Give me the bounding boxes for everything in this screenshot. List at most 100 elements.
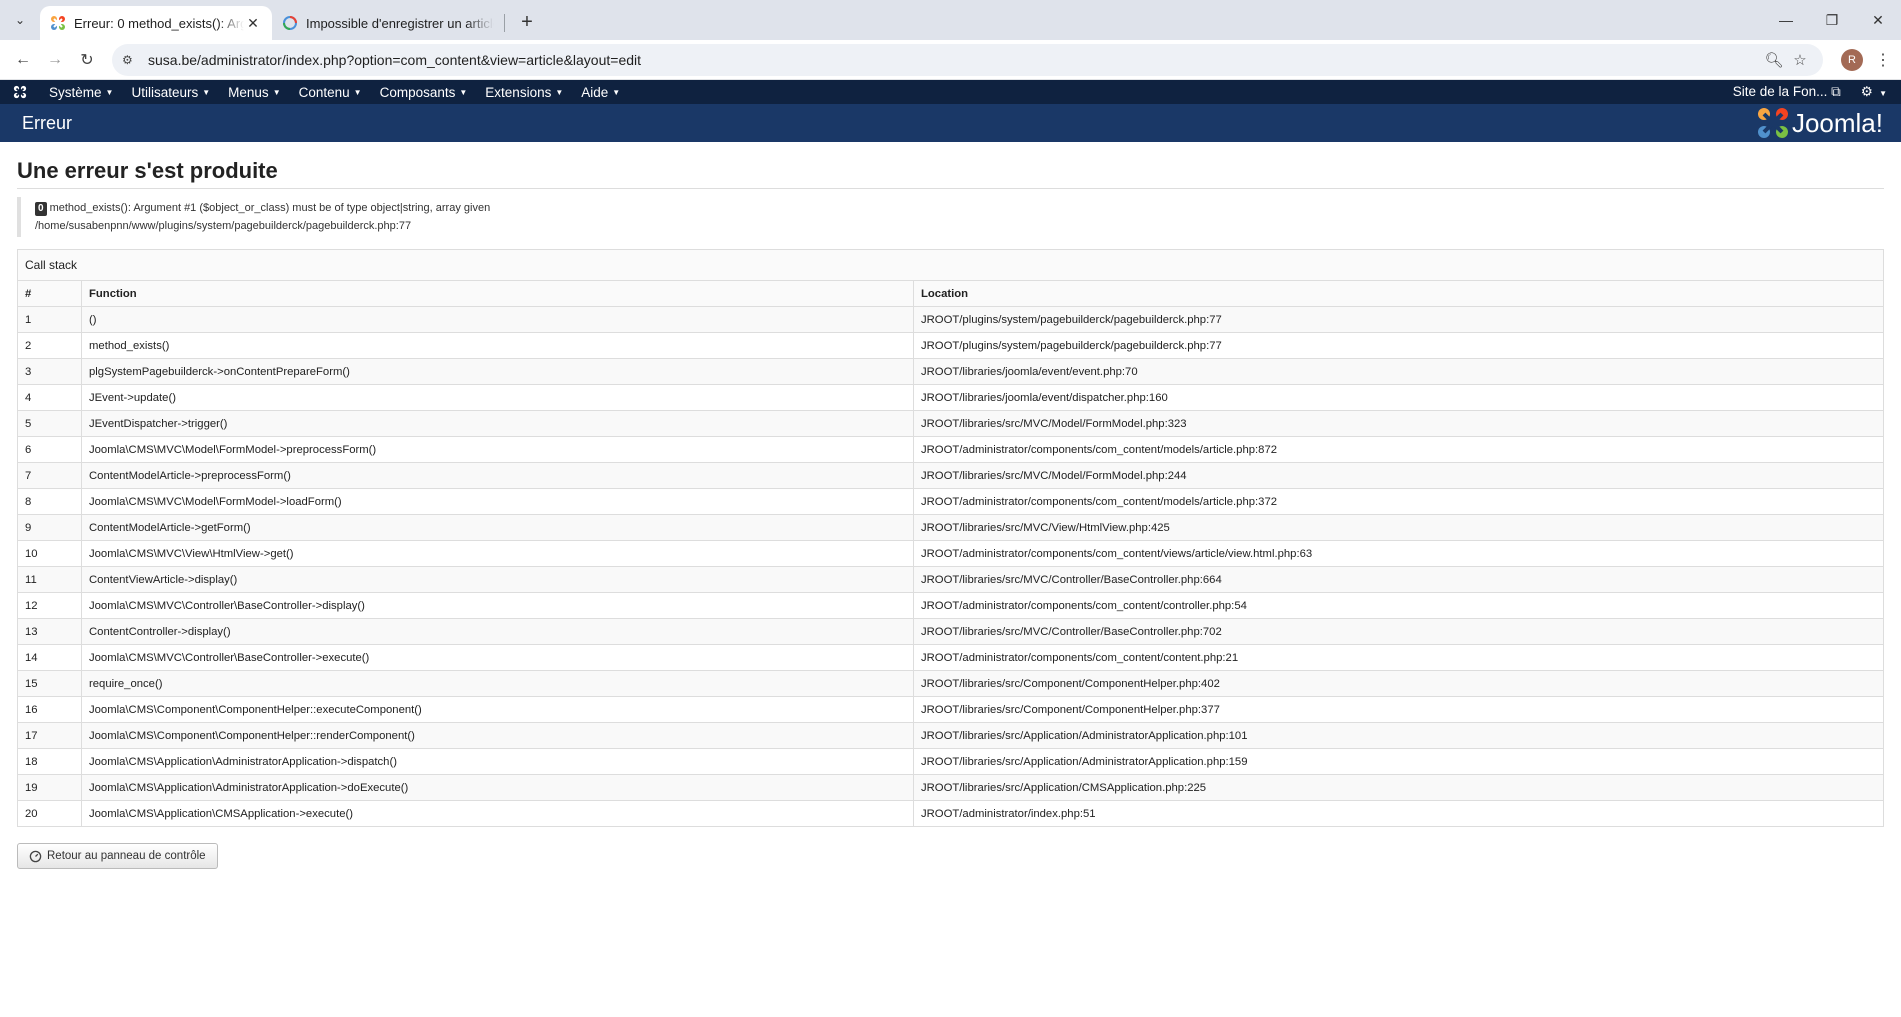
caret-down-icon: ▼: [272, 87, 281, 97]
table-row: 16 Joomla\CMS\Component\ComponentHelper::…: [17, 696, 1884, 723]
cell-function: Joomla\CMS\Application\CMSApplication->e…: [81, 800, 914, 827]
cell-function: Joomla\CMS\MVC\Controller\BaseController…: [81, 644, 914, 671]
cell-function: Joomla\CMS\MVC\Model\FormModel->preproce…: [81, 436, 914, 463]
dashboard-icon: [29, 850, 42, 862]
caret-down-icon: ▼: [353, 87, 362, 97]
tab-separator: [504, 14, 505, 32]
table-row: 5 JEventDispatcher->trigger() JROOT/librar…: [17, 410, 1884, 437]
menu-label: Système: [49, 84, 102, 100]
minimize-icon[interactable]: —: [1763, 0, 1809, 40]
main-content: Une erreur s'est produite 0 method_exists…: [0, 142, 1901, 869]
menu-label: Extensions: [485, 84, 552, 100]
menu-contenu[interactable]: Contenu ▼: [290, 85, 371, 100]
tab-search-chevron-icon[interactable]: ⌄: [6, 6, 34, 34]
cell-location: JROOT/libraries/src/Application/CMSAppli…: [913, 774, 1884, 801]
cell-number: 10: [17, 540, 82, 567]
menu-label: Contenu: [298, 84, 350, 100]
restore-icon[interactable]: ❐: [1809, 0, 1855, 40]
error-code-badge: 0: [35, 202, 47, 216]
menu-utilisateurs[interactable]: Utilisateurs ▼: [122, 85, 219, 100]
caret-down-icon: ▼: [105, 87, 114, 97]
profile-avatar[interactable]: R: [1841, 48, 1863, 71]
joomla-admin-menu: Système ▼ Utilisateurs ▼ Menus ▼ Contenu ▼ C…: [0, 80, 1901, 104]
cell-function: Joomla\CMS\MVC\Controller\BaseController…: [81, 592, 914, 619]
joomla-logo-icon[interactable]: [0, 85, 40, 99]
menu-menus[interactable]: Menus ▼: [219, 85, 289, 100]
call-stack-body: 1() JROOT/plugins/system/pagebuilderck/pa…: [17, 306, 1884, 827]
back-arrow-icon[interactable]: ←: [8, 45, 38, 75]
cell-function: JEventDispatcher->trigger(): [81, 410, 914, 437]
close-window-icon[interactable]: ✕: [1855, 0, 1901, 40]
table-row: 12 Joomla\CMS\MVC\Controller\BaseControll…: [17, 592, 1884, 619]
table-row: 19 Joomla\CMS\Application\AdministratorAp…: [17, 774, 1884, 801]
site-link-label: Site de la Fon...: [1732, 84, 1828, 99]
table-row: 7 ContentModelArticle->preprocessForm() JR…: [17, 462, 1884, 489]
browser-menu-icon[interactable]: ⋮: [1873, 50, 1893, 70]
cell-function: method_exists(): [81, 332, 914, 359]
bookmark-star-icon[interactable]: ☆: [1787, 51, 1813, 69]
cell-number: 8: [17, 488, 82, 515]
menu-composants[interactable]: Composants ▼: [371, 85, 477, 100]
address-bar[interactable]: ⚙ susa.be/administrator/index.php?option…: [112, 43, 1823, 76]
reload-icon[interactable]: ↻: [72, 45, 102, 75]
browser-tab[interactable]: Impossible d'enregistrer un article: [272, 6, 504, 40]
cell-function: Joomla\CMS\MVC\Model\FormModel->loadForm…: [81, 488, 914, 515]
table-row: 14 Joomla\CMS\MVC\Controller\BaseControll…: [17, 644, 1884, 671]
cell-location: JROOT/libraries/joomla/event/dispatcher.…: [913, 384, 1884, 411]
cell-number: 16: [17, 696, 82, 723]
page-header: Erreur Joomla!: [0, 104, 1901, 142]
caret-down-icon: ▼: [202, 87, 211, 97]
new-tab-plus-icon[interactable]: +: [513, 8, 541, 36]
error-message-box: 0 method_exists(): Argument #1 ($object_o…: [17, 197, 1884, 237]
url-text[interactable]: susa.be/administrator/index.php?option=c…: [148, 52, 1761, 68]
external-link-icon: ⧉: [1831, 84, 1841, 99]
back-to-control-panel-button[interactable]: Retour au panneau de contrôle: [17, 843, 218, 869]
site-favicon-icon: [283, 16, 297, 30]
table-header-row: # Function Location: [17, 280, 1884, 307]
view-site-link[interactable]: Site de la Fon... ⧉: [1723, 84, 1851, 100]
cell-function: ContentModelArticle->preprocessForm(): [81, 462, 914, 489]
table-row: 9 ContentModelArticle->getForm() JROOT/lib…: [17, 514, 1884, 541]
cell-location: JROOT/libraries/joomla/event/event.php:7…: [913, 358, 1884, 385]
caret-down-icon: ▼: [555, 87, 564, 97]
cell-function: require_once(): [81, 670, 914, 697]
cell-number: 11: [17, 566, 82, 593]
browser-tab-active[interactable]: Erreur: 0 method_exists(): Argument #1 (…: [40, 6, 272, 40]
table-row: 11 ContentViewArticle->display() JROOT/lib…: [17, 566, 1884, 593]
user-settings-menu[interactable]: ⚙ ▼: [1851, 84, 1901, 100]
menu-label: Menus: [228, 84, 269, 100]
error-message: method_exists(): Argument #1 ($object_or…: [49, 202, 491, 214]
table-row: 18 Joomla\CMS\Application\AdministratorAp…: [17, 748, 1884, 775]
site-settings-icon[interactable]: ⚙: [122, 53, 142, 67]
cell-function: Joomla\CMS\Component\ComponentHelper::re…: [81, 722, 914, 749]
cell-location: JROOT/administrator/components/com_conte…: [913, 436, 1884, 463]
caret-down-icon: ▼: [459, 87, 468, 97]
cell-location: JROOT/libraries/src/MVC/View/HtmlView.ph…: [913, 514, 1884, 541]
cell-number: 5: [17, 410, 82, 437]
gear-icon: ⚙: [1860, 84, 1873, 99]
menu-label: Composants: [379, 84, 456, 100]
cell-number: 20: [17, 800, 82, 827]
browser-toolbar: ← → ↻ ⚙ susa.be/administrator/index.php?…: [0, 40, 1901, 80]
cell-number: 3: [17, 358, 82, 385]
table-row: 8 Joomla\CMS\MVC\Model\FormModel->loadFor…: [17, 488, 1884, 515]
zoom-icon[interactable]: 🔍︎: [1761, 51, 1787, 69]
joomla-brand: Joomla!: [1756, 106, 1883, 140]
cell-number: 12: [17, 592, 82, 619]
table-row: 4 JEvent->update() JROOT/libraries/joomla/…: [17, 384, 1884, 411]
menu-extensions[interactable]: Extensions ▼: [476, 85, 572, 100]
cell-function: ContentViewArticle->display(): [81, 566, 914, 593]
menu-aide[interactable]: Aide ▼: [572, 85, 629, 100]
close-tab-icon[interactable]: ✕: [244, 14, 262, 32]
table-row: 17 Joomla\CMS\Component\ComponentHelper::…: [17, 722, 1884, 749]
cell-function: Joomla\CMS\Component\ComponentHelper::ex…: [81, 696, 914, 723]
cell-number: 17: [17, 722, 82, 749]
window-controls: — ❐ ✕: [1763, 0, 1901, 40]
cell-location: JROOT/administrator/components/com_conte…: [913, 644, 1884, 671]
cell-function: JEvent->update(): [81, 384, 914, 411]
joomla-favicon-icon: [51, 16, 65, 30]
cell-location: JROOT/plugins/system/pagebuilderck/pageb…: [913, 332, 1884, 359]
menu-systeme[interactable]: Système ▼: [40, 85, 122, 100]
forward-arrow-icon[interactable]: →: [40, 45, 70, 75]
table-row: 6 Joomla\CMS\MVC\Model\FormModel->preproc…: [17, 436, 1884, 463]
